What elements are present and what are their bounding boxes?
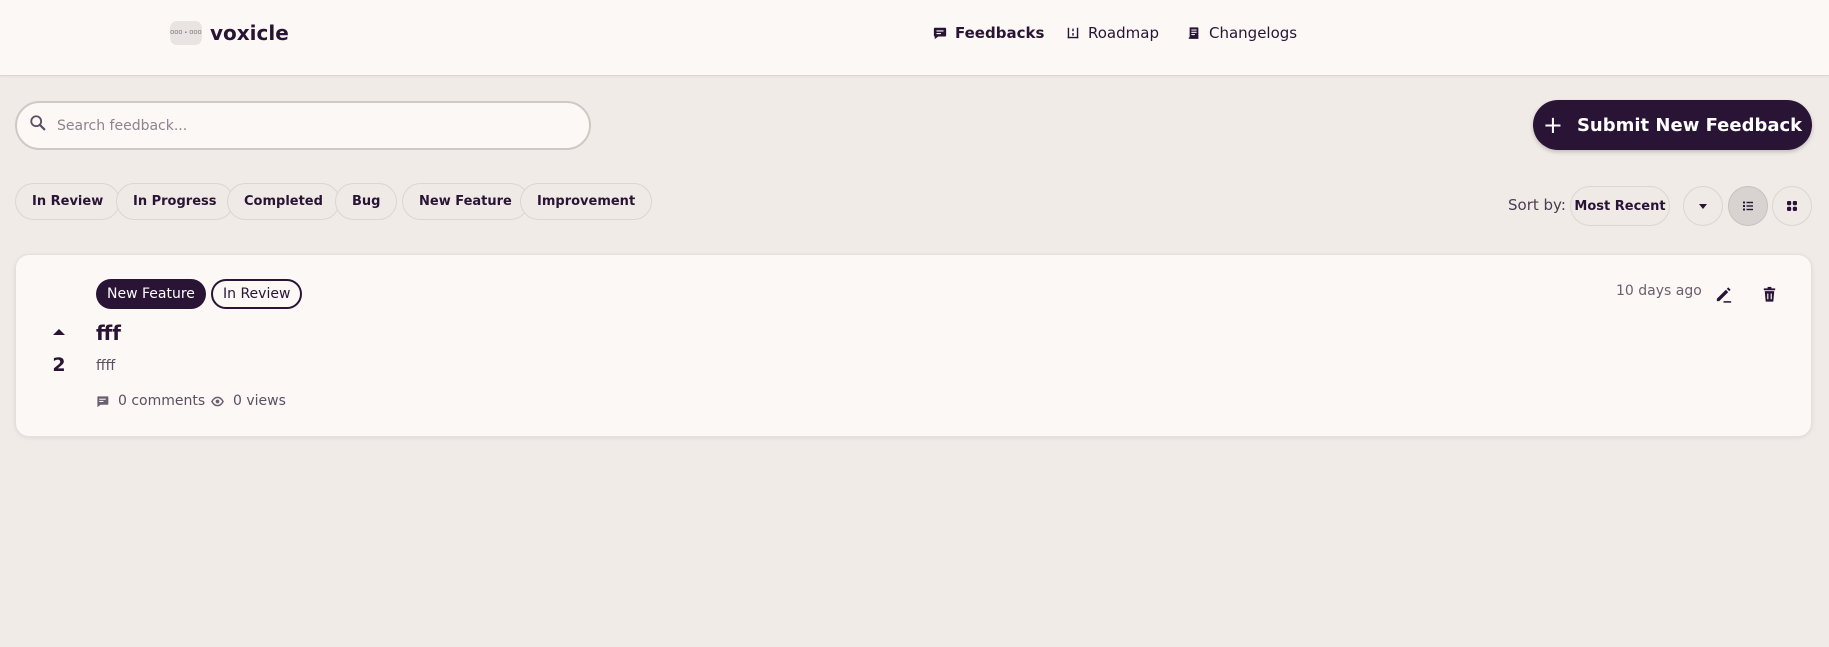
category-tag: New Feature [96, 279, 206, 309]
sort-dropdown-button[interactable] [1683, 186, 1723, 226]
filter-chip-label: Bug [352, 194, 381, 209]
filter-chip-label: In Review [32, 194, 104, 209]
roadmap-icon [1067, 27, 1079, 39]
feedback-description: ffff [96, 358, 116, 374]
filter-chip-label: Completed [244, 194, 323, 209]
nav-item-roadmap[interactable]: Roadmap [1066, 24, 1159, 42]
brand[interactable]: OOO • OOO voxicle [170, 20, 289, 46]
delete-button[interactable] [1758, 283, 1780, 305]
filter-chip-in-review[interactable]: In Review [15, 183, 121, 220]
comments-count: 0 comments [96, 393, 205, 409]
changelog-icon [1188, 27, 1199, 39]
list-view-button[interactable] [1728, 186, 1768, 226]
plus-icon: + [1542, 111, 1563, 139]
sort-select[interactable]: Most Recent [1570, 186, 1670, 226]
vote-count: 2 [52, 354, 66, 376]
filter-chip-label: In Progress [133, 194, 217, 209]
nav-item-label: Changelogs [1209, 24, 1298, 42]
search-input[interactable] [57, 113, 557, 139]
feedback-time: 10 days ago [1616, 283, 1702, 299]
upvote-arrow-icon[interactable] [52, 327, 66, 337]
pencil-icon [1716, 286, 1731, 303]
brand-name: voxicle [210, 21, 289, 45]
filter-chip-completed[interactable]: Completed [227, 183, 340, 220]
brand-logo: OOO • OOO [170, 21, 202, 45]
filter-chip-improvement[interactable]: Improvement [520, 183, 653, 220]
comments-text: 0 comments [118, 393, 206, 409]
sort-label: Sort by: [1508, 196, 1566, 214]
nav-item-feedbacks[interactable]: Feedbacks [933, 24, 1044, 42]
filter-chip-in-progress[interactable]: In Progress [116, 183, 234, 220]
filter-chip-new-feature[interactable]: New Feature [402, 183, 529, 220]
top-header: OOO • OOO voxicle Feedbacks Roadmap Chan… [0, 0, 1829, 76]
chevron-down-icon [1699, 204, 1707, 209]
status-tag: In Review [211, 279, 303, 309]
submit-new-feedback-button[interactable]: + Submit New Feedback [1533, 100, 1812, 150]
trash-icon [1763, 286, 1775, 302]
views-text: 0 views [233, 393, 286, 409]
filter-chip-label: New Feature [419, 194, 512, 209]
sort-selected-value: Most Recent [1574, 198, 1666, 214]
comment-icon [97, 395, 109, 407]
eye-icon [211, 396, 224, 406]
nav-item-changelogs[interactable]: Changelogs [1187, 24, 1297, 42]
feedback-card[interactable]: 2 New Feature In Review fff ffff 0 comme… [15, 254, 1812, 437]
views-count: 0 views [211, 393, 286, 409]
edit-button[interactable] [1712, 283, 1734, 305]
filter-chip-label: Improvement [537, 194, 636, 209]
nav-item-label: Feedbacks [955, 24, 1045, 42]
submit-button-label: Submit New Feedback [1576, 114, 1803, 136]
grid-view-button[interactable] [1772, 186, 1812, 226]
search-icon [30, 115, 46, 131]
list-view-icon [1743, 201, 1753, 211]
message-icon [933, 27, 947, 40]
filter-chip-bug[interactable]: Bug [335, 183, 398, 220]
nav-item-label: Roadmap [1088, 24, 1159, 42]
feedback-title[interactable]: fff [96, 321, 121, 345]
search-bar [15, 101, 591, 150]
grid-view-icon [1787, 201, 1797, 211]
